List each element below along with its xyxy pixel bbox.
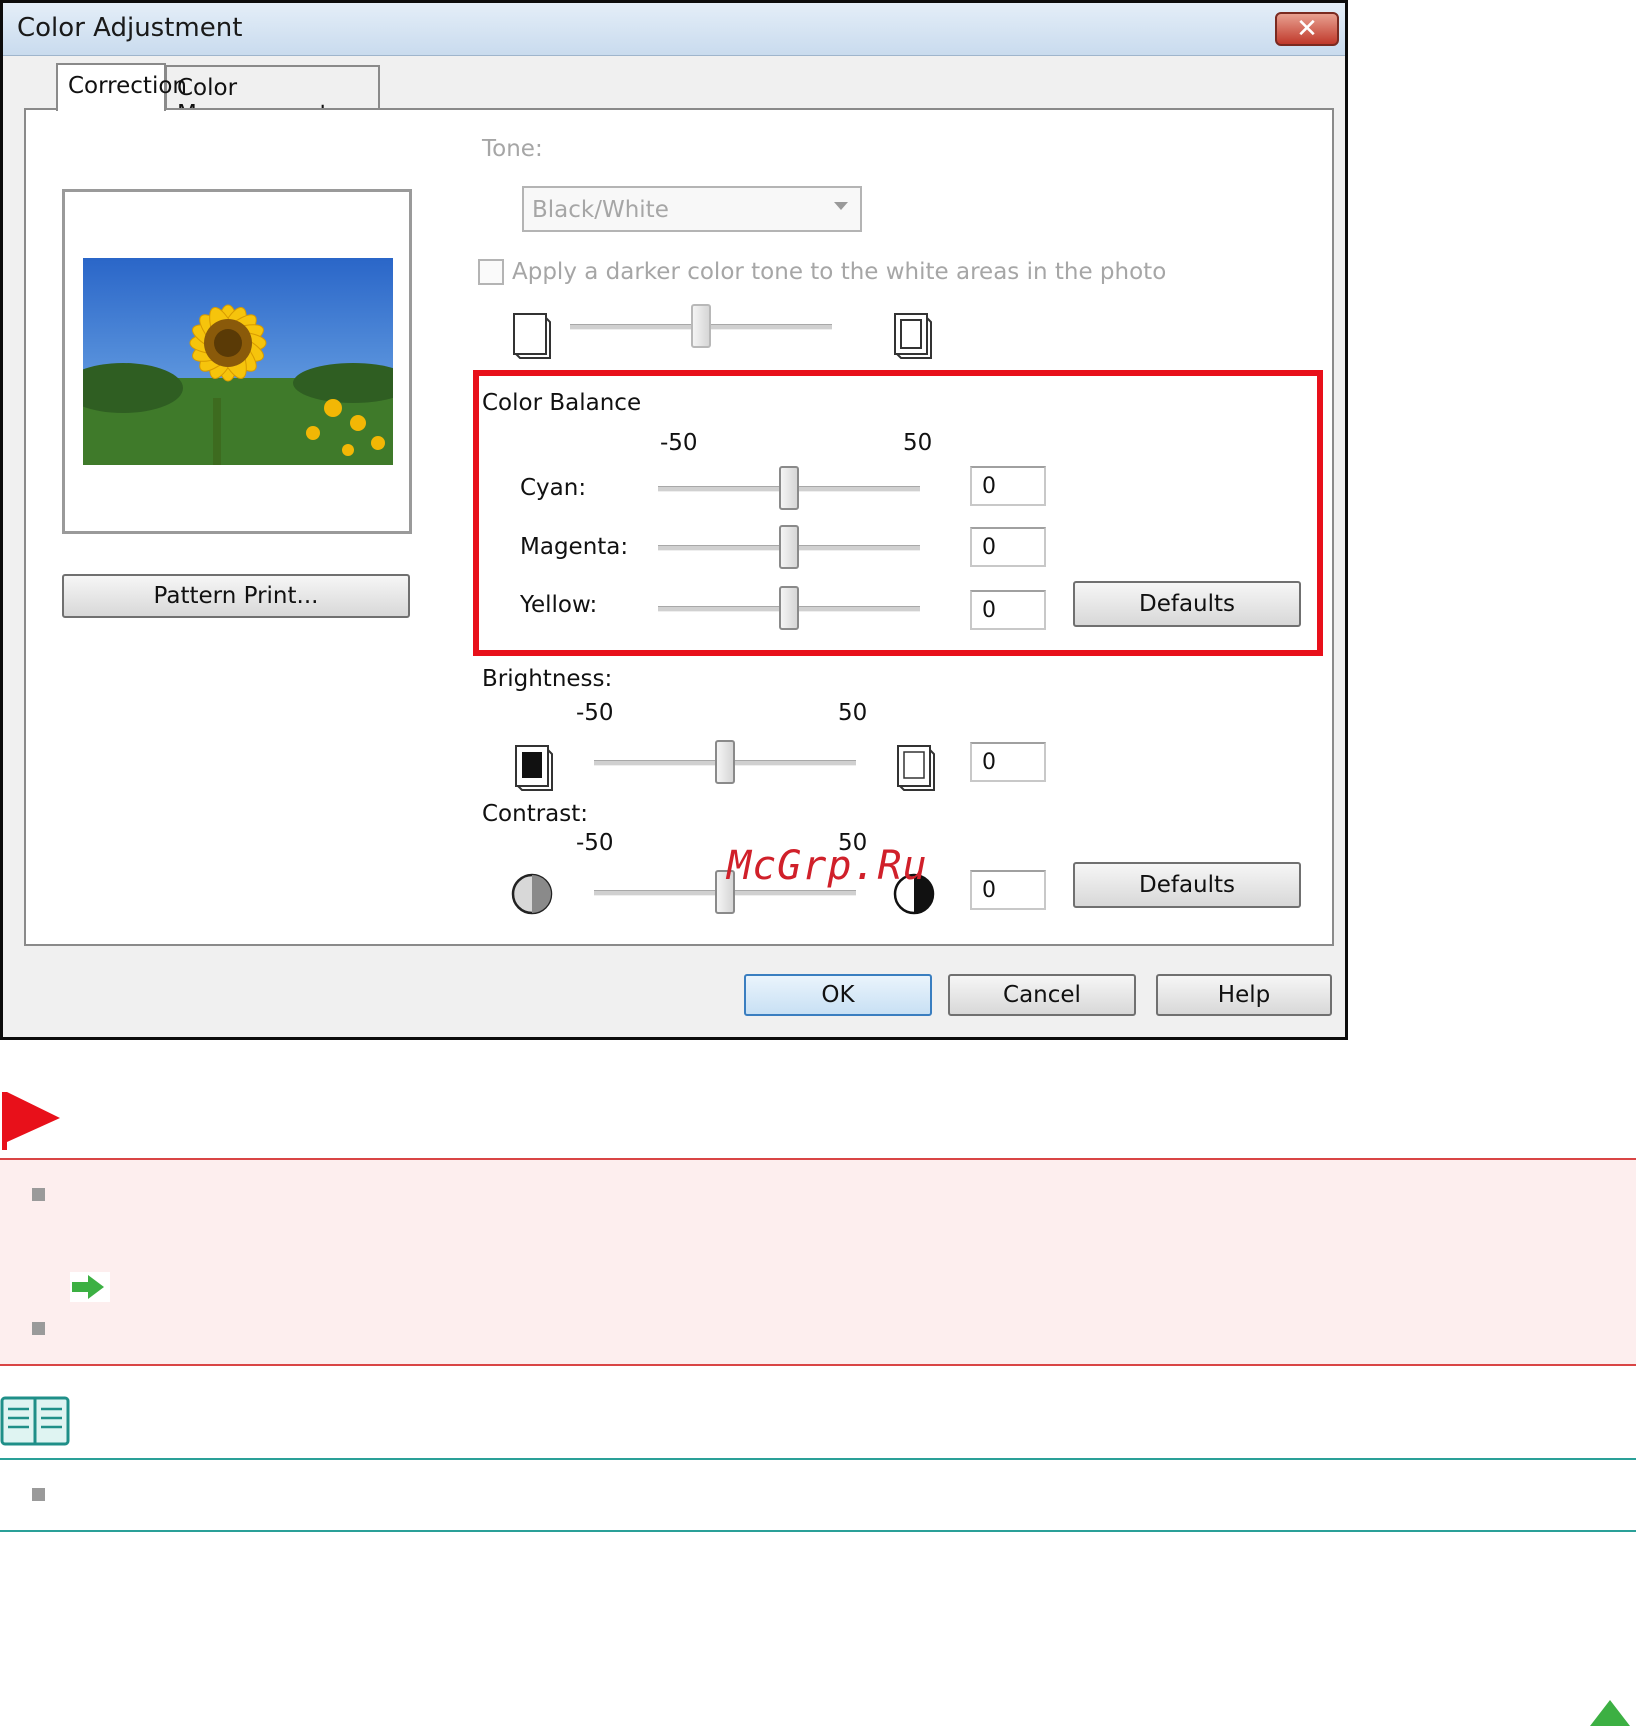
tone-label: Tone: [482,136,543,162]
title-bar: Color Adjustment ✕ [3,3,1345,56]
watermark-text: McGrp.Ru [727,843,928,889]
lighter-tone-icon [513,313,551,359]
contrast-defaults-label: Defaults [1138,872,1236,898]
cyan-value-input[interactable]: 0 [970,466,1046,506]
color-balance-min-label: -50 [660,430,698,456]
ok-label: OK [821,982,855,1008]
pattern-print-button[interactable]: Pattern Print... [62,574,410,618]
brightness-slider-thumb[interactable] [715,740,735,784]
important-flag-icon [2,1092,60,1150]
contrast-min-label: -50 [576,830,614,856]
pattern-print-label: Pattern Print... [153,583,319,609]
yellow-value-input[interactable]: 0 [970,590,1046,630]
note-bullet-1 [32,1488,45,1501]
brightness-value-input[interactable]: 0 [970,742,1046,782]
important-bullet-2 [32,1322,45,1335]
tone-slider-thumb[interactable] [691,304,711,348]
contrast-value-input[interactable]: 0 [970,870,1046,910]
tone-dropdown[interactable]: Black/White [522,186,862,232]
brightness-min-label: -50 [576,700,614,726]
color-balance-max-label: 50 [903,430,933,456]
note-book-icon [0,1396,70,1446]
yellow-slider-thumb[interactable] [779,586,799,630]
color-balance-defaults-label: Defaults [1138,591,1236,617]
brightness-value: 0 [982,750,996,775]
darker-tone-icon [894,313,932,359]
tab-correction-label: Correction [68,73,187,99]
darker-tone-checkbox-label: Apply a darker color tone to the white a… [512,259,1167,285]
contrast-value: 0 [982,878,996,903]
yellow-value: 0 [982,598,996,623]
ok-button[interactable]: OK [744,974,932,1016]
chevron-down-icon [834,202,848,210]
magenta-slider-thumb[interactable] [779,525,799,569]
cyan-value: 0 [982,474,996,499]
color-balance-defaults-button[interactable]: Defaults [1073,581,1301,627]
cancel-button[interactable]: Cancel [948,974,1136,1016]
magenta-value: 0 [982,535,996,560]
tab-color-management[interactable]: Color Management [165,65,380,127]
low-contrast-icon [511,873,553,915]
note-box [0,1458,1636,1532]
brightness-label: Brightness: [482,666,613,692]
brightness-max-label: 50 [838,700,868,726]
contrast-label: Contrast: [482,801,589,827]
darker-tone-checkbox[interactable] [478,259,504,285]
tab-correction[interactable]: Correction [56,63,187,111]
important-notes-box [0,1158,1636,1366]
light-brightness-icon [897,745,935,791]
help-button[interactable]: Help [1156,974,1332,1016]
color-balance-label: Color Balance [482,390,642,416]
help-label: Help [1217,982,1271,1008]
cancel-label: Cancel [1003,982,1081,1008]
cyan-slider-thumb[interactable] [779,466,799,510]
dark-brightness-icon [515,745,553,791]
contrast-defaults-button[interactable]: Defaults [1073,862,1301,908]
tone-dropdown-value: Black/White [532,197,669,223]
magenta-label: Magenta: [520,534,629,560]
window-title: Color Adjustment [17,13,243,43]
link-arrow-icon[interactable] [70,1272,110,1302]
yellow-label: Yellow: [520,592,598,618]
magenta-value-input[interactable]: 0 [970,527,1046,567]
important-bullet-1 [32,1188,45,1201]
back-to-top-icon[interactable] [1590,1700,1630,1726]
close-button[interactable]: ✕ [1275,12,1339,46]
close-icon: ✕ [1296,14,1318,44]
sunflower-preview-image [83,258,393,465]
cyan-label: Cyan: [520,475,587,501]
